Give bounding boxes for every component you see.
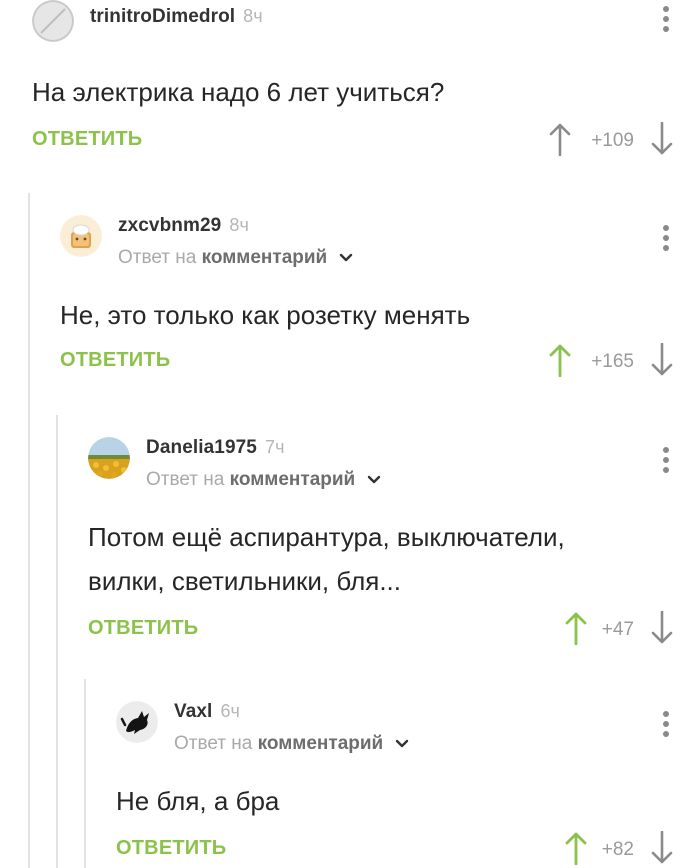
parent-comment-link[interactable]: комментарий [202, 247, 328, 268]
thread-line[interactable] [28, 193, 30, 868]
comment-actions: ОТВЕТИТЬ +165 [60, 342, 700, 383]
more-options-icon[interactable] [662, 225, 670, 255]
reply-to-reference: Ответ на комментарий [174, 733, 409, 755]
username[interactable]: Danelia1975 7ч [146, 437, 285, 459]
reply-button[interactable]: ОТВЕТИТЬ [116, 837, 226, 860]
comment-text: Не, это только как розетку менять [60, 300, 471, 330]
sunflower-field-icon[interactable] [88, 437, 130, 479]
parent-comment-link[interactable]: комментарий [230, 469, 356, 490]
comment-actions: ОТВЕТИТЬ +109 [32, 121, 700, 162]
comment-rating: +109 [591, 130, 634, 151]
comment-actions: ОТВЕТИТЬ +82 [116, 830, 700, 868]
username[interactable]: zxcvbnm29 8ч [118, 215, 249, 237]
comment-text: На электрика надо 6 лет учиться? [32, 77, 445, 107]
chevron-down-icon[interactable] [367, 469, 381, 491]
comment: trinitroDimedrol 8ч На электрика надо 6 л… [32, 0, 700, 162]
more-options-icon[interactable] [662, 711, 670, 741]
comment-rating: +47 [601, 619, 634, 640]
chevron-down-icon[interactable] [395, 733, 409, 755]
downvote-arrow-icon[interactable] [650, 342, 674, 377]
upvote-arrow-icon[interactable] [564, 831, 588, 866]
timestamp: 6ч [220, 701, 241, 721]
more-options-icon[interactable] [662, 6, 670, 36]
toast-icon[interactable] [60, 215, 102, 257]
timestamp: 8ч [229, 215, 249, 235]
timestamp: 7ч [264, 437, 285, 457]
timestamp: 8ч [243, 6, 263, 26]
comment-header: zxcvbnm29 8ч Ответ на комментарий [60, 215, 700, 268]
comment-header: Danelia1975 7ч Ответ на комментарий [88, 437, 700, 490]
downvote-arrow-icon[interactable] [650, 830, 674, 865]
reply-to-reference: Ответ на комментарий [146, 469, 381, 491]
reply-button[interactable]: ОТВЕТИТЬ [88, 617, 198, 640]
thread-line[interactable] [56, 415, 58, 868]
comment-text: Не бля, а бра [116, 786, 280, 816]
downvote-arrow-icon[interactable] [650, 121, 674, 156]
reply-button[interactable]: ОТВЕТИТЬ [60, 349, 170, 372]
thread-line[interactable] [84, 679, 86, 868]
black-cat-icon[interactable] [116, 701, 158, 743]
upvote-arrow-icon[interactable] [564, 611, 588, 646]
comment-text: Потом ещё аспирантура, выключатели, вилки… [88, 522, 565, 596]
username[interactable]: trinitroDimedrol 8ч [90, 6, 263, 28]
parent-comment-link[interactable]: комментарий [258, 733, 384, 754]
more-options-icon[interactable] [662, 447, 670, 477]
reply-button[interactable]: ОТВЕТИТЬ [32, 128, 142, 151]
comment: zxcvbnm29 8ч Ответ на комментарий Не, это… [60, 215, 700, 383]
chevron-down-icon[interactable] [339, 247, 353, 269]
comment-header: Vaxl 6ч Ответ на комментарий [116, 701, 700, 754]
comment-header: trinitroDimedrol 8ч [32, 0, 700, 44]
comment: Danelia1975 7ч Ответ на комментарий Потом… [88, 437, 700, 651]
upvote-arrow-icon[interactable] [548, 343, 572, 378]
upvote-arrow-icon[interactable] [548, 122, 572, 157]
comment-thread: trinitroDimedrol 8ч На электрика надо 6 л… [0, 0, 700, 868]
username[interactable]: Vaxl 6ч [174, 701, 240, 723]
comment: Vaxl 6ч Ответ на комментарий Не бля, а бр… [116, 701, 700, 868]
comment-actions: ОТВЕТИТЬ +47 [88, 610, 700, 651]
reply-to-reference: Ответ на комментарий [118, 247, 353, 269]
comment-rating: +82 [601, 839, 634, 860]
downvote-arrow-icon[interactable] [650, 610, 674, 645]
comment-rating: +165 [591, 351, 634, 372]
pill-icon[interactable] [32, 0, 74, 42]
